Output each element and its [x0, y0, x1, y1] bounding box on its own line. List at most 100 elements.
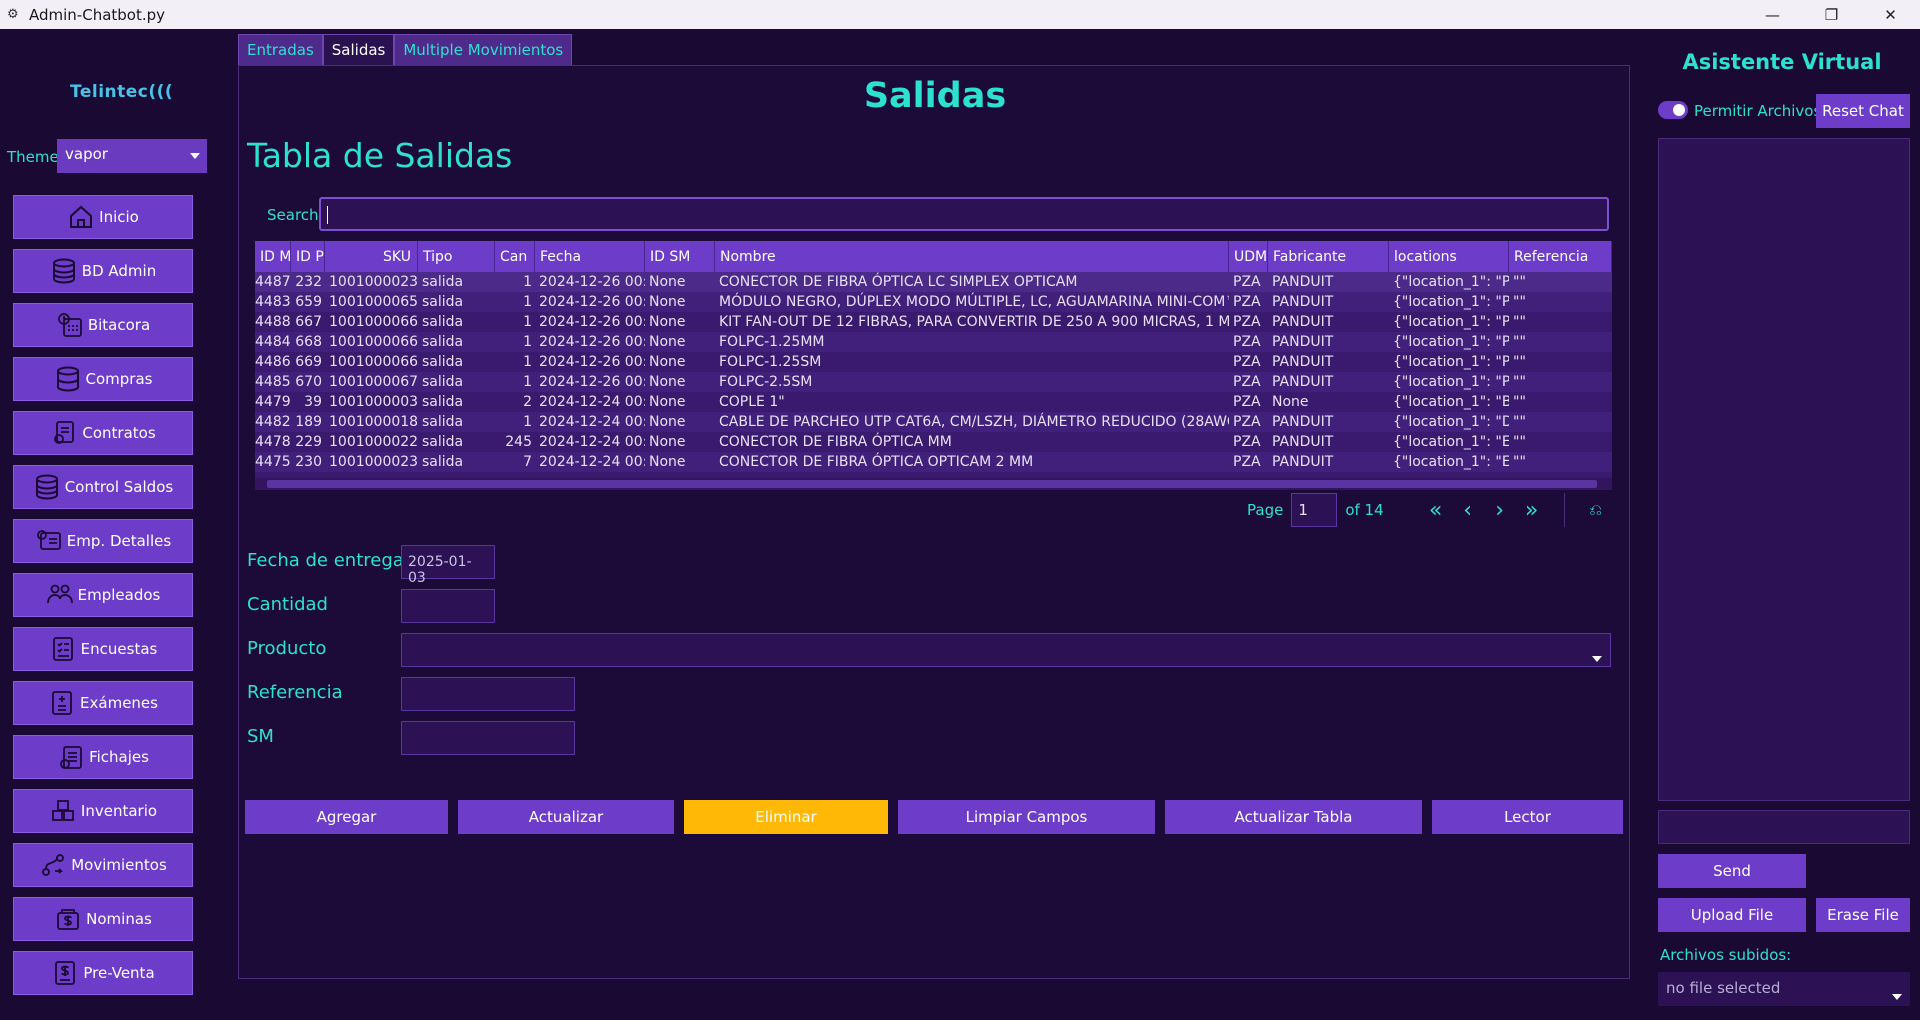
close-button[interactable]: ✕: [1861, 0, 1920, 29]
column-header[interactable]: locations: [1389, 241, 1509, 272]
table-row[interactable]: 4485670 1001000067salida 1 2024-12-26 00:00…: [255, 372, 1612, 392]
lector-button[interactable]: Lector: [1432, 800, 1623, 834]
nav-pre-venta-button[interactable]: Pre-Venta: [13, 951, 193, 995]
nav-emp-detalles-button[interactable]: Emp. Detalles: [13, 519, 193, 563]
table-cell: 4486: [255, 354, 291, 370]
table-row[interactable]: 4487232 1001000023salida 1 2024-12-26 00:00…: [255, 272, 1612, 292]
limpiar-campos-button[interactable]: Limpiar Campos: [898, 800, 1155, 834]
nav-bitacora-button[interactable]: Bitacora: [13, 303, 193, 347]
tab-multiple-movimientos[interactable]: Multiple Movimientos: [394, 34, 573, 66]
tab-entradas[interactable]: Entradas: [238, 34, 323, 66]
minimize-button[interactable]: —: [1743, 0, 1802, 29]
horizontal-scrollbar[interactable]: [255, 478, 1612, 490]
table-cell: PZA: [1233, 374, 1261, 390]
nav-encuestas-button[interactable]: Encuestas: [13, 627, 193, 671]
column-header[interactable]: SKU: [325, 241, 418, 272]
nav-compras-button[interactable]: Compras: [13, 357, 193, 401]
table-cell: salida: [422, 314, 464, 330]
table-header: ID M ID P SKU Tipo Can Fecha ID SM Nombr…: [255, 241, 1612, 272]
nav-inicio-button[interactable]: Inicio: [13, 195, 193, 239]
table-cell: 2024-12-26 00:00: [539, 374, 645, 390]
column-header[interactable]: ID SM: [645, 241, 715, 272]
next-page-icon[interactable]: ›: [1484, 498, 1516, 523]
table-cell: "": [1513, 434, 1526, 450]
salidas-panel: Salidas Tabla de Salidas Search ID M ID …: [238, 65, 1630, 979]
erase-file-button[interactable]: Erase File: [1816, 898, 1910, 932]
fecha-label: Fecha de entrega: [247, 550, 404, 571]
table-row[interactable]: 4486669 1001000066salida 1 2024-12-26 00:00…: [255, 352, 1612, 372]
prev-page-icon[interactable]: ‹: [1452, 498, 1484, 523]
column-header[interactable]: Fecha: [535, 241, 645, 272]
nav-examenes-button[interactable]: Exámenes: [13, 681, 193, 725]
column-header[interactable]: UDM: [1229, 241, 1268, 272]
maximize-button[interactable]: ❐: [1802, 0, 1861, 29]
producto-select[interactable]: [401, 633, 1611, 667]
tab-salidas[interactable]: Salidas: [322, 34, 395, 66]
nav-bd-admin-button[interactable]: BD Admin: [13, 249, 193, 293]
window-titlebar: ⚙ Admin-Chatbot.py — ❐ ✕: [0, 0, 1920, 29]
upload-file-button[interactable]: Upload File: [1658, 898, 1806, 932]
column-header[interactable]: Referencia: [1509, 241, 1612, 272]
table-cell: salida: [422, 394, 464, 410]
table-row[interactable]: 4488667 1001000066salida 1 2024-12-26 00:00…: [255, 312, 1612, 332]
table-row[interactable]: 4479391001000003salida22024-12-24 00:00N…: [255, 392, 1612, 412]
column-header[interactable]: ID M: [255, 241, 291, 272]
column-header[interactable]: ID P: [291, 241, 325, 272]
sm-field[interactable]: [401, 721, 575, 755]
column-header[interactable]: Nombre: [715, 241, 1229, 272]
column-header[interactable]: Tipo: [418, 241, 495, 272]
nav-control-saldos-button[interactable]: Control Saldos: [13, 465, 193, 509]
table-cell: 1001000066: [329, 334, 418, 350]
reset-filter-icon[interactable]: ⎌: [1579, 500, 1613, 520]
table-cell: 2024-12-26 00:00: [539, 294, 645, 310]
permitir-archivos-toggle[interactable]: [1658, 101, 1688, 119]
table-cell: PZA: [1233, 354, 1261, 370]
nav-inventario-button[interactable]: Inventario: [13, 789, 193, 833]
table-cell: 232: [295, 274, 322, 290]
presale-icon: [51, 959, 79, 987]
nav-empleados-button[interactable]: Empleados: [13, 573, 193, 617]
search-input[interactable]: [319, 197, 1609, 231]
chat-input[interactable]: [1658, 810, 1910, 844]
nav-nominas-button[interactable]: Nominas: [13, 897, 193, 941]
table-row[interactable]: 4482189 1001000018salida 1 2024-12-24 00:00…: [255, 412, 1612, 432]
table-row[interactable]: 4475230 1001000023salida 7 2024-12-24 00:00…: [255, 452, 1612, 472]
nav-contratos-button[interactable]: Contratos: [13, 411, 193, 455]
id-card-icon: [35, 527, 63, 555]
tab-bar: Entradas Salidas Multiple Movimientos: [238, 34, 573, 66]
table-cell: 1001000067: [329, 374, 418, 390]
eliminar-button[interactable]: Eliminar: [684, 800, 888, 834]
fecha-entrega-field[interactable]: 2025-01-03: [401, 545, 495, 586]
table-row[interactable]: 4484668 1001000066salida 1 2024-12-26 00:00…: [255, 332, 1612, 352]
nav-movimientos-button[interactable]: Movimientos: [13, 843, 193, 887]
sm-label: SM: [247, 726, 274, 747]
nav-label: Empleados: [77, 586, 161, 604]
first-page-icon[interactable]: «: [1420, 498, 1452, 523]
actualizar-tabla-button[interactable]: Actualizar Tabla: [1165, 800, 1422, 834]
table-cell: 1: [523, 354, 532, 370]
uploaded-files-select[interactable]: no file selected: [1658, 972, 1910, 1006]
column-header[interactable]: Can: [495, 241, 535, 272]
agregar-button[interactable]: Agregar: [245, 800, 448, 834]
table-cell: {"location_1": "PA: [1393, 274, 1509, 290]
theme-select[interactable]: vapor: [57, 139, 207, 173]
table-cell: salida: [422, 414, 464, 430]
column-header[interactable]: Fabricante: [1268, 241, 1389, 272]
actualizar-button[interactable]: Actualizar: [458, 800, 674, 834]
nav-fichajes-button[interactable]: Fichajes: [13, 735, 193, 779]
cantidad-field[interactable]: [401, 589, 495, 623]
chat-history[interactable]: [1658, 138, 1910, 801]
table-row[interactable]: 4483659 1001000065salida 1 2024-12-26 00:00…: [255, 292, 1612, 312]
table-cell: 1001000023: [329, 274, 418, 290]
table-cell: 4484: [255, 334, 291, 350]
table-row[interactable]: 4478229 1001000022salida 245 2024-12-24 00:…: [255, 432, 1612, 452]
table-cell: 1001000022: [329, 434, 418, 450]
text-cursor: [327, 206, 328, 224]
reset-chat-button[interactable]: Reset Chat: [1816, 94, 1910, 128]
send-button[interactable]: Send: [1658, 854, 1806, 888]
scrollbar-thumb[interactable]: [267, 480, 1597, 488]
referencia-field[interactable]: [401, 677, 575, 711]
page-number-input[interactable]: 1: [1291, 493, 1338, 527]
table-cell: PANDUIT: [1272, 414, 1334, 430]
last-page-icon[interactable]: »: [1516, 498, 1548, 523]
